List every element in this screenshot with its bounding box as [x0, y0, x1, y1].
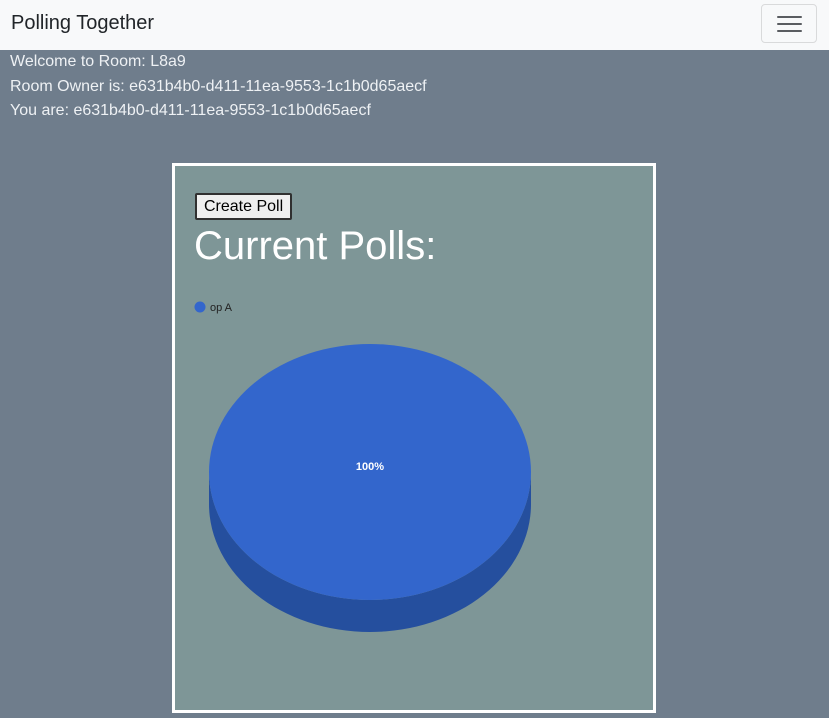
- poll-pie-chart: op A 100%: [194, 301, 531, 632]
- brand-title[interactable]: Polling Together: [11, 11, 154, 35]
- hamburger-menu-icon: [777, 16, 802, 18]
- room-welcome-text: Welcome to Room: L8a9: [10, 53, 186, 70]
- hamburger-menu-icon: [777, 30, 802, 32]
- hamburger-menu-icon: [777, 23, 802, 25]
- room-owner-text: Room Owner is: e631b4b0-d411-11ea-9553-1…: [10, 78, 427, 95]
- current-user-text: You are: e631b4b0-d411-11ea-9553-1c1b0d6…: [10, 102, 371, 119]
- navbar-toggle-button[interactable]: [761, 4, 817, 43]
- polls-panel: Create Poll Current Polls: op A 100%: [172, 163, 656, 713]
- pie-data-label: 100%: [356, 461, 384, 473]
- top-navbar: Polling Together: [0, 0, 829, 50]
- legend-marker: [194, 301, 206, 313]
- legend-label: op A: [210, 302, 233, 314]
